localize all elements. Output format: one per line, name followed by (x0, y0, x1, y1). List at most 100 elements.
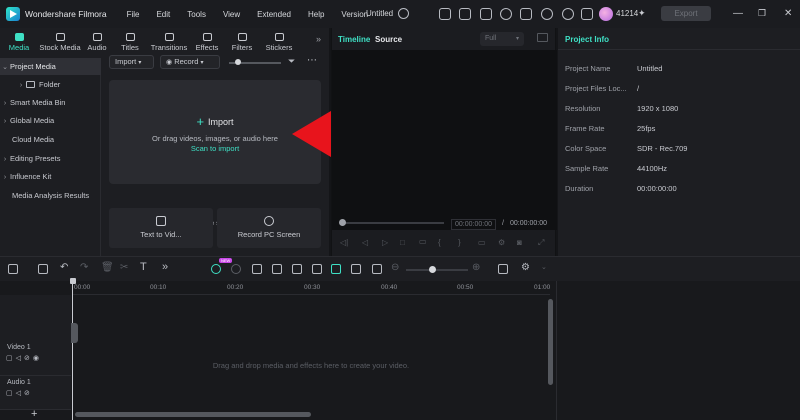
sidebar-item-media-analysis[interactable]: Media Analysis Results (0, 187, 101, 204)
playback-quality-icon[interactable]: ▭ (419, 237, 427, 246)
tab-effects[interactable]: Effects (190, 28, 224, 54)
grid-apps-icon[interactable] (581, 8, 593, 20)
sidebar-item-project-media[interactable]: ⌄ Project Media (0, 58, 101, 75)
menu-view[interactable]: View (223, 10, 240, 19)
mark-out-icon[interactable]: } (458, 238, 461, 247)
import-drop-zone[interactable]: + Import Or drag videos, images, or audio… (109, 80, 321, 184)
crop-icon[interactable] (351, 264, 361, 274)
close-icon[interactable]: ✕ (784, 8, 792, 19)
tab-stock-media[interactable]: Stock Media (38, 28, 82, 54)
undo-icon[interactable]: ↶ (60, 262, 68, 273)
shield-icon[interactable] (252, 264, 262, 274)
vertical-scrollbar[interactable] (548, 299, 553, 385)
tab-media[interactable]: Media (0, 28, 38, 54)
minimize-icon[interactable]: — (733, 8, 743, 19)
playhead-line[interactable] (72, 281, 73, 420)
zoom-in-icon[interactable]: ⊕ (472, 262, 480, 273)
timeline-ruler[interactable]: 00:00 00:10 00:20 00:30 00:40 00:50 01:0… (72, 281, 550, 295)
tab-timeline[interactable]: Timeline (338, 35, 370, 44)
restore-icon[interactable]: ❐ (758, 8, 766, 19)
track-collapse-handle[interactable] (71, 323, 78, 343)
timeline-settings-icon[interactable] (498, 264, 508, 274)
menu-help[interactable]: Help (308, 10, 324, 19)
slider-handle[interactable] (235, 59, 241, 65)
zoom-slider[interactable] (406, 269, 468, 271)
zoom-out-icon[interactable]: ⊖ (391, 262, 399, 273)
horizontal-scrollbar[interactable] (75, 412, 311, 417)
sidebar-item-global-media[interactable]: › Global Media (0, 112, 101, 129)
auto-ripple-icon[interactable] (331, 264, 341, 274)
record-pc-screen-tool[interactable]: Record PC Screen (217, 208, 321, 248)
more-options-icon[interactable]: ⋯ (307, 55, 317, 66)
info-value[interactable]: Untitled (637, 64, 662, 73)
chevron-down-icon[interactable]: ⌄ (541, 263, 547, 271)
cloud-upload-icon[interactable] (541, 8, 553, 20)
fit-icon[interactable] (372, 264, 382, 274)
menu-edit[interactable]: Edit (156, 10, 170, 19)
video-track-icons[interactable]: ▢◁⊘◉ (6, 354, 42, 362)
more-tools-icon[interactable]: » (162, 261, 168, 273)
export-button[interactable]: Export (661, 6, 711, 21)
menu-tools[interactable]: Tools (187, 10, 206, 19)
audio-track-icons[interactable]: ▢◁⊘ (6, 389, 33, 397)
text-t-icon[interactable]: T (140, 261, 147, 273)
tutorial-icon[interactable] (500, 8, 512, 20)
import-dropdown[interactable]: Import ▾ (109, 55, 154, 69)
gear-icon[interactable]: ⚙ (521, 262, 530, 273)
tab-audio[interactable]: Audio (82, 28, 112, 54)
import-button[interactable]: + Import (109, 114, 321, 129)
snapshot-image-icon[interactable] (537, 33, 548, 42)
zoom-slider-handle[interactable] (429, 266, 436, 273)
sidebar-item-influence-kit[interactable]: › Influence Kit (0, 168, 101, 185)
split-audio-icon[interactable] (292, 264, 302, 274)
ai-mate-icon[interactable] (211, 264, 221, 274)
screen-icon[interactable]: ▭ (478, 238, 486, 247)
scrubber-handle[interactable] (339, 219, 346, 226)
menu-extended[interactable]: Extended (257, 10, 291, 19)
stop-icon[interactable]: □ (400, 238, 405, 247)
screen-icon[interactable] (459, 8, 471, 20)
add-track-button[interactable]: + (31, 408, 37, 420)
mask-icon[interactable] (272, 264, 282, 274)
delete-icon[interactable]: 🗑 (101, 262, 114, 273)
tab-source[interactable]: Source (375, 35, 402, 44)
cloud-sync-icon[interactable] (398, 8, 409, 19)
sidebar-item-editing-presets[interactable]: › Editing Presets (0, 150, 101, 167)
filter-funnel-icon[interactable]: ⏷ (288, 56, 295, 67)
settings-icon[interactable]: ⚙ (498, 238, 505, 247)
credits-count[interactable]: 41214 (616, 9, 638, 18)
gift-icon[interactable] (520, 8, 532, 20)
step-back-icon[interactable]: ◁ (362, 238, 368, 247)
scan-to-import-link[interactable]: Scan to import (109, 144, 321, 153)
sidebar-item-folder[interactable]: › Folder (0, 76, 101, 93)
camera-icon[interactable]: ◙ (517, 238, 522, 247)
menu-file[interactable]: File (127, 10, 140, 19)
tab-titles[interactable]: Titles (112, 28, 148, 54)
sidebar-item-smart-media-bin[interactable]: › Smart Media Bin (0, 94, 101, 111)
menu-version[interactable]: Version (341, 10, 368, 19)
cut-icon[interactable]: ✂ (120, 262, 128, 273)
sidebar-item-cloud-media[interactable]: Cloud Media (0, 131, 101, 148)
playhead-handle[interactable] (70, 278, 76, 284)
mark-in-icon[interactable]: { (438, 238, 441, 247)
previous-frame-icon[interactable]: ◁| (340, 238, 348, 247)
expand-tabs-chevron-icon[interactable]: » (316, 34, 321, 44)
play-icon[interactable]: ▷ (382, 238, 388, 247)
redo-icon[interactable]: ↷ (80, 262, 88, 273)
tab-transitions[interactable]: Transitions (148, 28, 190, 54)
avatar[interactable] (599, 7, 613, 21)
playhead-scrubber[interactable] (342, 222, 444, 224)
select-tool-icon[interactable] (38, 264, 48, 274)
send-icon[interactable] (439, 8, 451, 20)
text-to-video-tool[interactable]: Text to Vid... (109, 208, 213, 248)
quality-dropdown[interactable]: Full ▾ (480, 32, 524, 46)
headset-icon[interactable] (562, 8, 574, 20)
tab-stickers[interactable]: Stickers (260, 28, 298, 54)
layout-grid-icon[interactable] (8, 264, 18, 274)
image-icon[interactable] (480, 8, 492, 20)
snapshot-icon[interactable] (312, 264, 322, 274)
tab-filters[interactable]: Filters (224, 28, 260, 54)
speed-icon[interactable] (231, 264, 241, 274)
fullscreen-icon[interactable]: ⤢ (538, 238, 544, 248)
record-dropdown[interactable]: ◉ Record ▾ (160, 55, 220, 69)
